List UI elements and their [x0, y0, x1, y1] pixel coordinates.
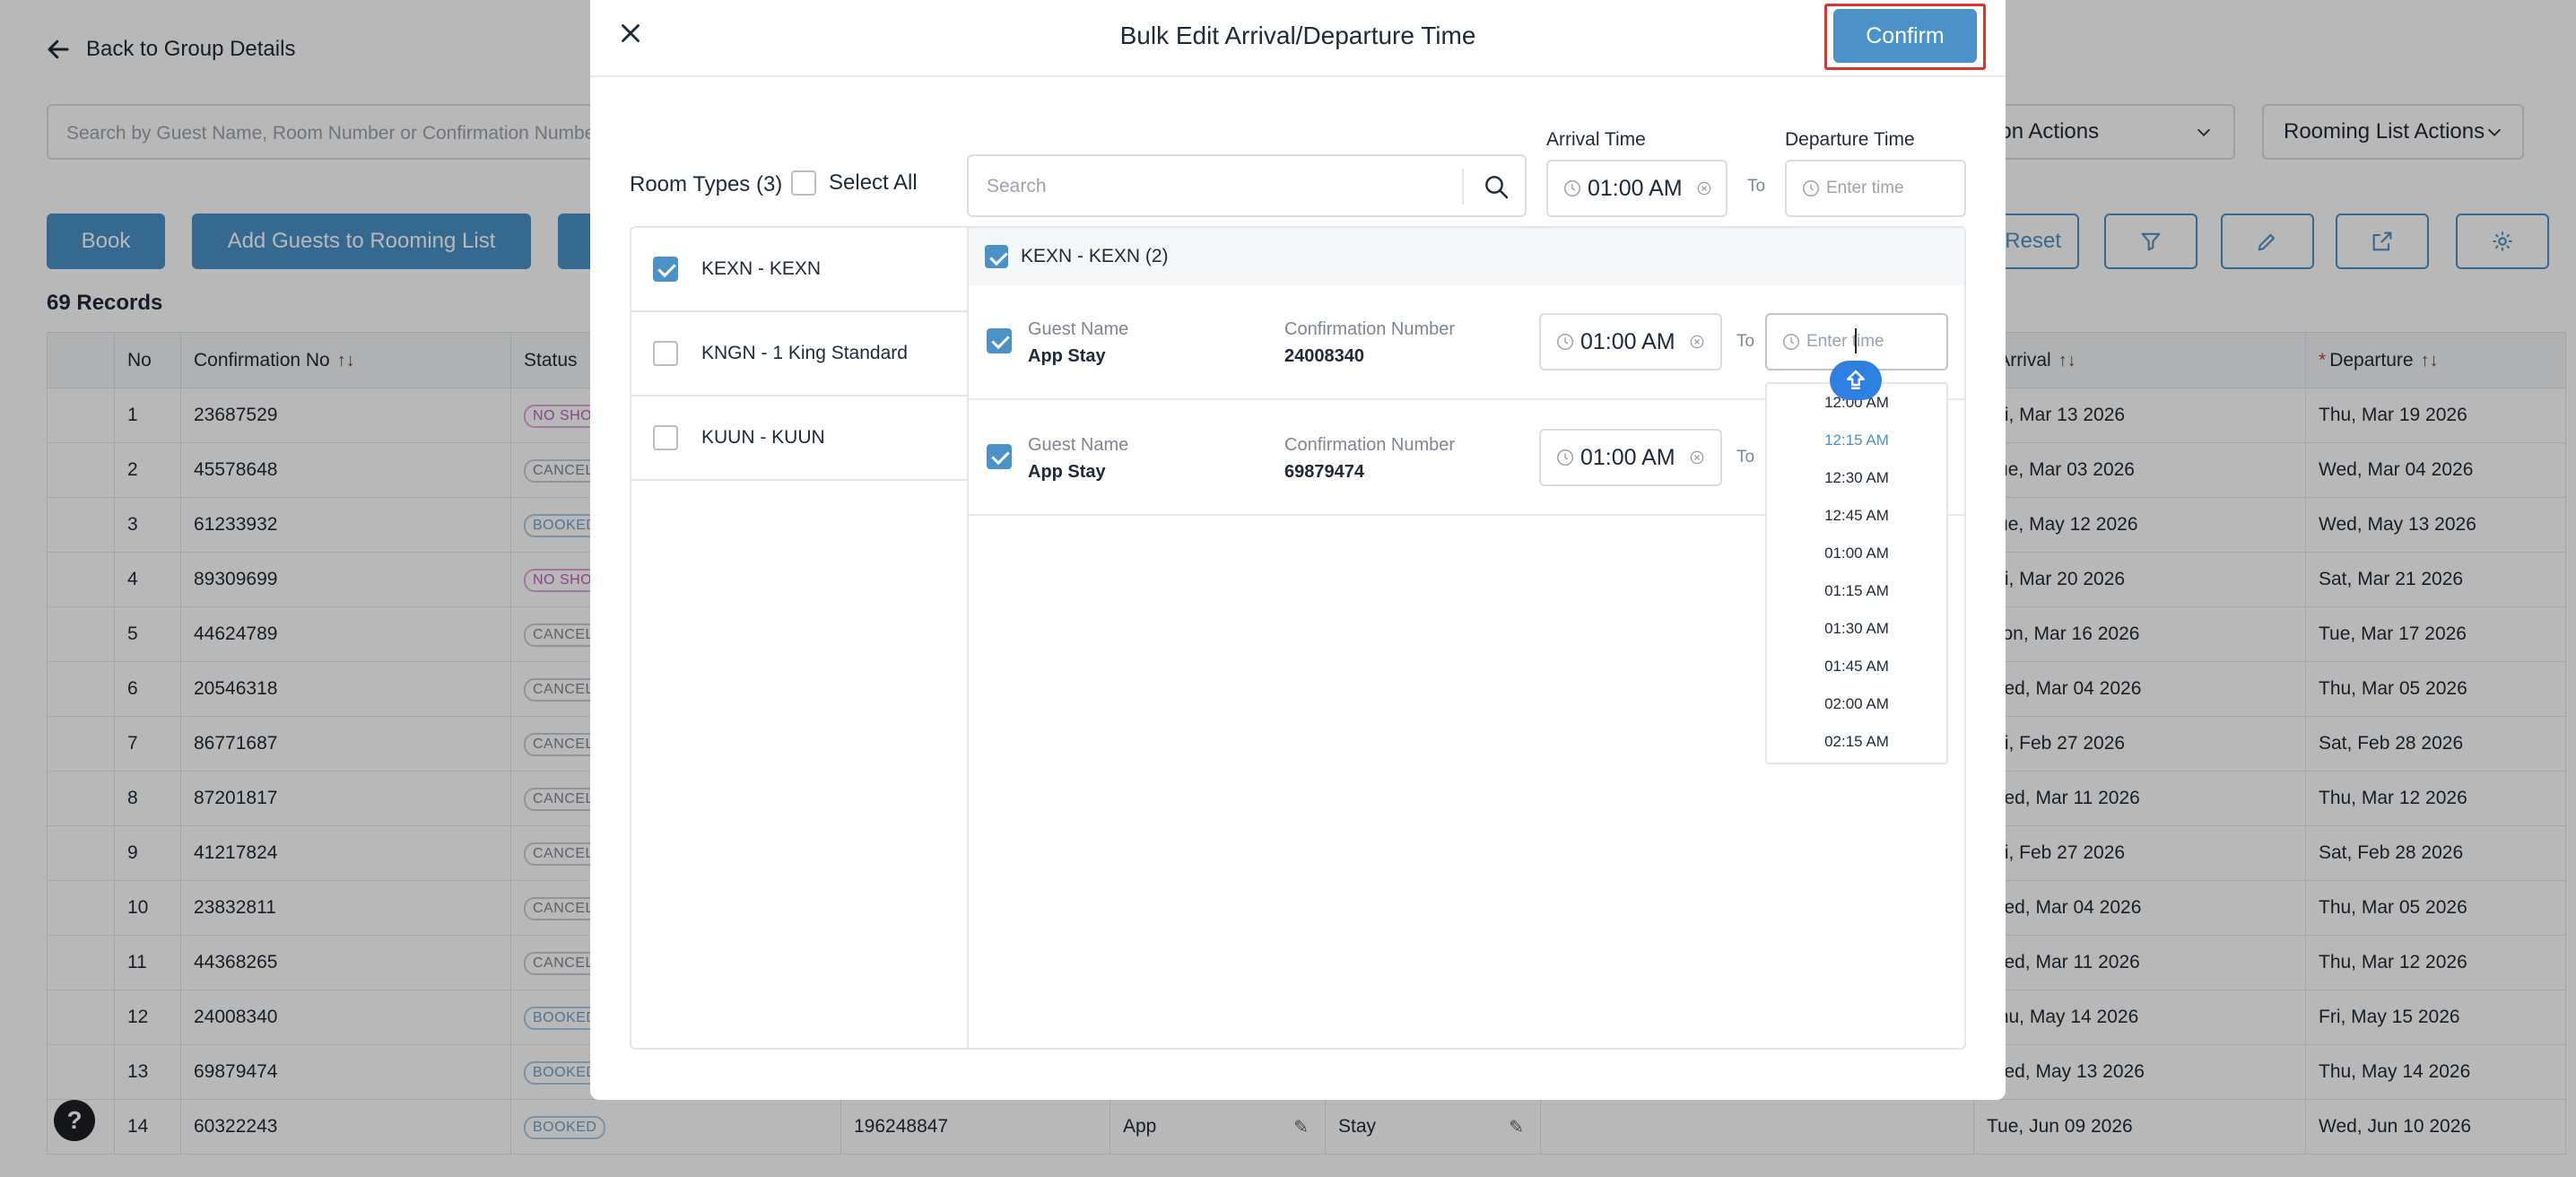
checkbox[interactable] [987, 328, 1012, 353]
confirmation-number-value: 24008340 [1284, 346, 1364, 366]
clock-icon [1557, 334, 1573, 350]
room-search-input[interactable]: Search [967, 154, 1527, 217]
time-option-selected[interactable]: 12:15 AM [1767, 422, 1946, 459]
checkbox[interactable] [653, 257, 678, 282]
to-label: To [1736, 448, 1755, 466]
select-all-label: Select All [829, 170, 918, 195]
room-types-label: Room Types (3) [630, 172, 783, 196]
departure-placeholder: Enter time [1826, 179, 1904, 197]
confirmation-number-label: Confirmation Number [1284, 435, 1456, 455]
time-options-dropdown: 12:00 AM 12:15 AM 12:30 AM 12:45 AM 01:0… [1765, 382, 1948, 764]
clear-icon[interactable] [1695, 179, 1713, 197]
clear-icon[interactable] [1688, 449, 1706, 466]
guest-arrival-time-input[interactable]: 01:00 AM [1539, 429, 1722, 486]
guest-arrival-time-value: 01:00 AM [1580, 328, 1675, 354]
departure-placeholder: Enter time [1806, 332, 1884, 351]
room-type-label: KUUN - KUUN [701, 427, 825, 448]
checkbox[interactable] [791, 170, 816, 196]
time-option[interactable]: 02:15 AM [1767, 723, 1946, 761]
guest-name-value: App Stay [1028, 462, 1106, 482]
guest-name-label: Guest Name [1028, 319, 1129, 339]
modal-header: Bulk Edit Arrival/Departure Time [590, 0, 2006, 77]
to-label: To [1736, 332, 1755, 351]
arrival-time-label: Arrival Time [1546, 129, 1646, 150]
room-group-label: KEXN - KEXN (2) [1021, 246, 1169, 266]
guest-name-value: App Stay [1028, 346, 1106, 366]
time-option[interactable]: 01:30 AM [1767, 610, 1946, 648]
room-group-header[interactable]: KEXN - KEXN (2) [969, 228, 1964, 285]
clock-icon [1783, 334, 1799, 350]
checkbox[interactable] [653, 341, 678, 366]
checkbox[interactable] [653, 425, 678, 450]
time-option[interactable]: 01:45 AM [1767, 648, 1946, 685]
time-option[interactable]: 02:00 AM [1767, 685, 1946, 723]
checkbox[interactable] [985, 245, 1008, 268]
room-type-item-kexn[interactable]: KEXN - KEXN [631, 228, 967, 312]
scroll-up-button[interactable] [1830, 361, 1882, 400]
arrow-up-icon [1847, 370, 1865, 389]
checkbox[interactable] [987, 444, 1012, 469]
clock-icon [1557, 449, 1573, 466]
room-types-list: KEXN - KEXN KNGN - 1 King Standard KUUN … [631, 228, 969, 1048]
time-option[interactable]: 01:00 AM [1767, 535, 1946, 572]
confirmation-number-label: Confirmation Number [1284, 319, 1456, 339]
guest-arrival-time-input[interactable]: 01:00 AM [1539, 313, 1722, 371]
confirm-button[interactable]: Confirm [1833, 9, 1977, 63]
text-cursor [1855, 328, 1857, 353]
confirmation-number-value: 69879474 [1284, 462, 1364, 482]
search-placeholder: Search [987, 176, 1047, 196]
room-type-label: KNGN - 1 King Standard [701, 343, 908, 363]
time-option[interactable]: 01:15 AM [1767, 572, 1946, 610]
search-divider [1462, 169, 1464, 205]
modal-title: Bulk Edit Arrival/Departure Time [1119, 22, 1476, 49]
bulk-arrival-time-value: 01:00 AM [1588, 175, 1683, 201]
bulk-arrival-time-input[interactable]: 01:00 AM [1546, 160, 1727, 217]
time-option[interactable]: 12:45 AM [1767, 497, 1946, 535]
departure-time-label: Departure Time [1785, 129, 1915, 150]
time-option[interactable]: 12:30 AM [1767, 459, 1946, 497]
clock-icon [1803, 180, 1819, 196]
to-label: To [1747, 177, 1766, 196]
select-all-checkbox[interactable]: Select All [791, 170, 918, 196]
room-type-item-kngn[interactable]: KNGN - 1 King Standard [631, 312, 967, 397]
room-type-label: KEXN - KEXN [701, 258, 822, 279]
bulk-departure-time-input[interactable]: Enter time [1785, 160, 1966, 217]
room-type-item-kuun[interactable]: KUUN - KUUN [631, 397, 967, 481]
clock-icon [1564, 180, 1580, 196]
clear-icon[interactable] [1688, 333, 1706, 351]
guest-name-label: Guest Name [1028, 435, 1129, 455]
guest-arrival-time-value: 01:00 AM [1580, 444, 1675, 470]
search-icon[interactable] [1482, 172, 1510, 201]
